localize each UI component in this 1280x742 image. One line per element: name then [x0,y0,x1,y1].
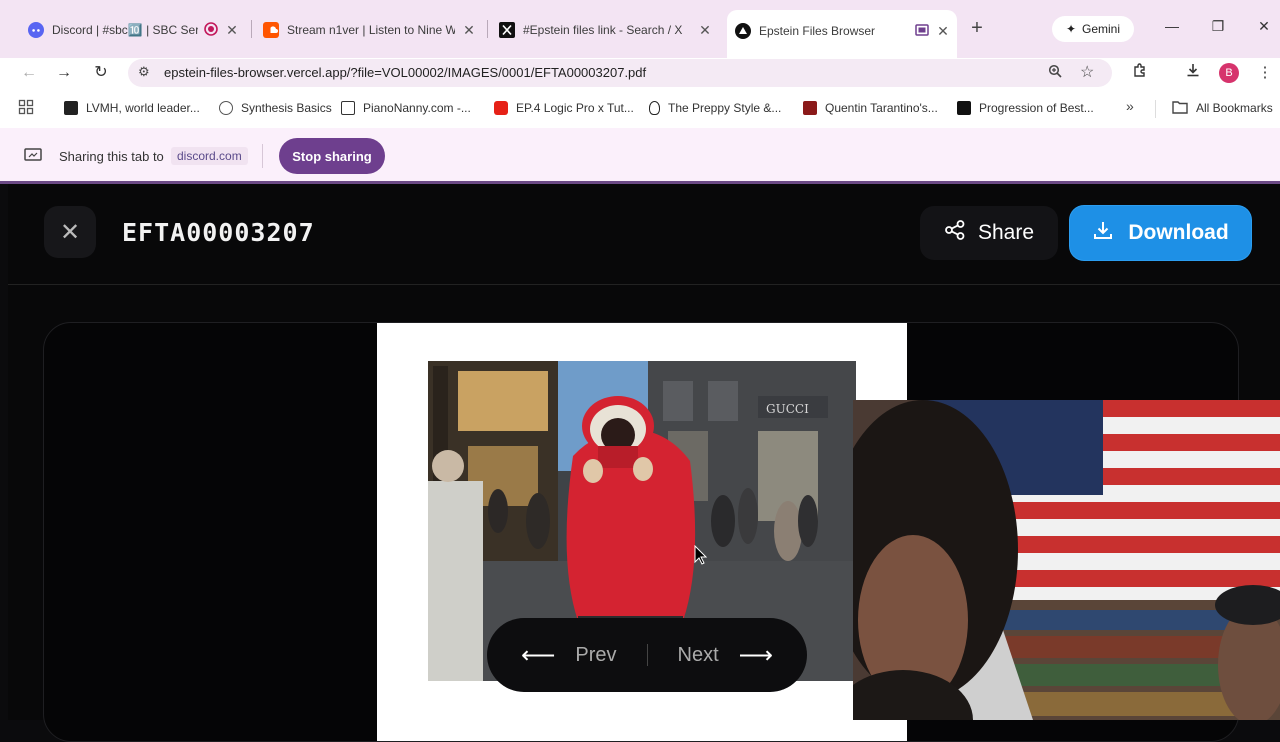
bookmark-label: The Preppy Style &... [668,101,782,115]
bookmarks-bar: LVMH, world leader... Synthesis Basics P… [0,88,1280,128]
close-tab-icon[interactable]: ✕ [935,23,951,39]
stop-sharing-button[interactable]: Stop sharing [279,138,385,174]
sharing-divider [262,144,263,168]
sharing-target: discord.com [171,147,248,165]
bookmark-item[interactable]: The Preppy Style &... [649,100,781,116]
bookmark-label: Synthesis Basics [241,101,332,115]
tab-title: Epstein Files Browser [759,24,876,38]
tab-separator [251,20,252,38]
share-button[interactable]: Share [920,206,1058,260]
share-icon [944,219,966,247]
pdf-page: GUCCI ⟵ Prev Next ⟶ [377,323,907,741]
soundcloud-icon [263,22,279,38]
gemini-sparkle-icon: ✦ [1065,22,1077,36]
zoom-icon[interactable] [1048,64,1062,81]
forward-icon[interactable]: → [53,62,75,84]
sharing-text: Sharing this tab to [59,149,164,164]
tab-x-search[interactable]: #Epstein files link - Search / X ✕ [499,14,713,46]
tarantino-icon [803,101,817,115]
close-viewer-button[interactable]: ✕ [44,206,96,258]
tab-title: Discord | #sbc🔟 | SBC Ser [52,23,198,37]
share-label: Share [977,221,1035,244]
bookmark-item[interactable]: EP.4 Logic Pro x Tut... [494,100,634,116]
tab-soundcloud[interactable]: Stream n1ver | Listen to Nine W ✕ [263,14,477,46]
new-tab-button[interactable]: + [966,17,988,39]
x-logo-icon [499,22,515,38]
youtube-icon [494,101,508,115]
webcam-overlay [853,400,1280,720]
bookmark-item[interactable]: LVMH, world leader... [64,100,200,116]
vercel-icon [735,23,751,39]
extensions-icon[interactable] [1129,62,1151,84]
lvmh-icon [64,101,78,115]
gemini-label: Gemini [1082,22,1121,36]
address-bar[interactable]: ⚙ epstein-files-browser.vercel.app/?file… [128,59,1112,87]
page-navigation: ⟵ Prev Next ⟶ [487,618,807,692]
globe-icon [219,101,233,115]
site-info-icon[interactable]: ⚙ [138,64,150,80]
all-bookmarks-button[interactable]: All Bookmarks [1172,100,1273,116]
close-icon: ✕ [59,218,81,246]
arrow-right-icon[interactable]: ⟶ [739,641,773,670]
browser-toolbar: ← → ↻ ⚙ epstein-files-browser.vercel.app… [0,58,1280,88]
prev-button[interactable]: Prev [575,644,616,667]
profile-avatar[interactable]: B [1219,63,1239,83]
download-icon [1092,219,1114,247]
tab-separator [487,20,488,38]
bookmark-item[interactable]: Progression of Best... [957,100,1094,116]
bookmarks-divider [1155,100,1156,118]
all-bookmarks-label: All Bookmarks [1196,101,1273,115]
bookmark-item[interactable]: Quentin Tarantino's... [803,100,938,116]
screen-share-icon [24,148,42,165]
reload-icon[interactable]: ↻ [90,62,112,84]
download-button[interactable]: Download [1070,206,1251,260]
arrow-left-icon[interactable]: ⟵ [521,641,555,670]
bookmark-label: Progression of Best... [979,101,1094,115]
nav-divider [646,644,648,666]
chevron-double-right-icon[interactable]: » [1126,98,1134,114]
bookmark-label: EP.4 Logic Pro x Tut... [516,101,634,115]
tab-epstein-files-browser[interactable]: Epstein Files Browser ✕ [727,10,957,58]
tab-title: #Epstein files link - Search / X [523,23,683,37]
gemini-button[interactable]: ✦ Gemini [1052,16,1134,42]
close-window-icon[interactable]: ✕ [1254,18,1274,35]
file-title: EFTA00003207 [122,218,315,247]
hb-icon [957,101,971,115]
bookmark-item[interactable]: PianoNanny.com -... [341,100,471,116]
bookmark-label: Quentin Tarantino's... [825,101,938,115]
bookmark-label: PianoNanny.com -... [363,101,471,115]
next-button[interactable]: Next [678,644,719,667]
pianonanny-icon [341,101,355,115]
tab-sharing-bar: Sharing this tab to discord.com Stop sha… [0,128,1280,184]
tab-sharing-icon [915,23,929,39]
tab-discord[interactable]: Discord | #sbc🔟 | SBC Ser ✕ [28,14,240,46]
close-tab-icon[interactable]: ✕ [697,22,713,38]
bookmark-star-icon[interactable]: ☆ [1080,62,1094,82]
discord-icon [28,22,44,38]
folder-icon [1172,100,1188,117]
menu-kebab-icon[interactable]: ⋮ [1254,62,1276,84]
download-label: Download [1128,221,1229,244]
preppy-style-icon [649,101,660,115]
downloads-icon[interactable] [1182,62,1204,84]
apps-grid-icon[interactable] [18,99,34,119]
recording-icon [204,21,218,39]
back-icon[interactable]: ← [18,62,40,84]
viewer-header: ✕ EFTA00003207 Share Download [8,184,1280,285]
bookmark-item[interactable]: Synthesis Basics [219,100,332,116]
svg-text:GUCCI: GUCCI [766,402,809,416]
restore-icon[interactable]: ❐ [1208,18,1228,35]
tab-title: Stream n1ver | Listen to Nine W [287,23,455,37]
tab-strip: Discord | #sbc🔟 | SBC Ser ✕ Stream n1ver… [0,0,1280,58]
url-text[interactable]: epstein-files-browser.vercel.app/?file=V… [164,65,646,80]
close-tab-icon[interactable]: ✕ [461,22,477,38]
close-tab-icon[interactable]: ✕ [224,22,240,38]
minimize-icon[interactable]: — [1162,18,1182,34]
bookmark-label: LVMH, world leader... [86,101,200,115]
